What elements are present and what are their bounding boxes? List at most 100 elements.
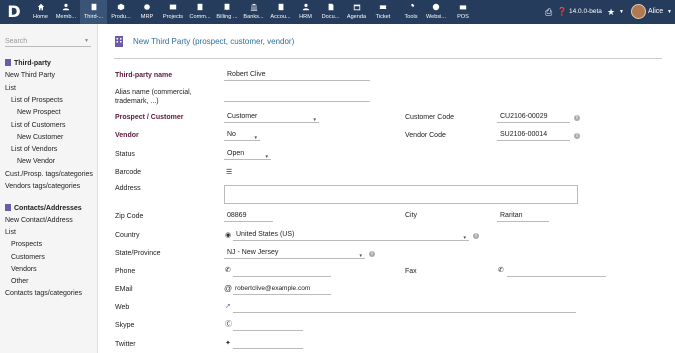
fax-field[interactable] <box>507 266 606 277</box>
website-icon <box>424 0 448 13</box>
dolibarr-logo[interactable]: D <box>4 2 24 22</box>
status-select[interactable]: Open ▼ <box>224 149 271 160</box>
sidebar-item-contacts-list[interactable]: List <box>5 229 16 236</box>
sidebar-item-vendors-tags[interactable]: Vendors tags/categories <box>5 183 80 190</box>
sidebar-item-cust-prosp-tags[interactable]: Cust./Prosp. tags/categories <box>5 171 93 178</box>
third-party-icon <box>5 59 11 66</box>
menu-commercial[interactable]: Comm... <box>187 0 213 24</box>
banks-icon <box>241 0 266 13</box>
menu-ticket[interactable]: Ticket <box>371 0 395 24</box>
sidebar-item-new-customer[interactable]: New Customer <box>17 134 63 141</box>
globe-icon: ◉ <box>225 232 232 239</box>
menu-home[interactable]: Home <box>29 0 52 24</box>
sidebar-item-contacts-vendors[interactable]: Vendors <box>11 266 37 273</box>
web-field[interactable] <box>233 302 576 313</box>
alias-name-field[interactable] <box>224 91 370 102</box>
skype-field[interactable] <box>233 320 303 331</box>
menu-projects[interactable]: Projects <box>160 0 186 24</box>
info-icon[interactable]: i <box>574 133 580 139</box>
state-province-select[interactable]: NJ - New Jersey ▼ <box>224 248 365 259</box>
sidebar-item-list[interactable]: List <box>5 85 16 92</box>
customer-code-field[interactable]: CU2106-00029 <box>497 112 570 123</box>
email-field[interactable]: robertclive@example.com <box>233 284 331 295</box>
chevron-down-icon: ▼ <box>358 253 363 258</box>
ticket-icon <box>371 0 395 13</box>
left-sidebar: Search ▼ Third-party New Third Party Lis… <box>0 24 98 353</box>
info-icon[interactable]: i <box>369 251 375 257</box>
user-dropdown-icon[interactable]: ▼ <box>667 0 673 24</box>
sidebar-item-list-vendors[interactable]: List of Vendors <box>11 146 57 153</box>
sidebar-item-new-third-party[interactable]: New Third Party <box>5 72 55 79</box>
menu-hrm[interactable]: HRM <box>295 0 316 24</box>
chevron-down-icon: ▼ <box>462 235 467 240</box>
version-label: 14.0.0-beta <box>569 8 602 15</box>
vendor-select[interactable]: No ▼ <box>224 130 260 141</box>
alias-name-label: Alias name (commercial, trademark, ...) <box>115 89 192 105</box>
country-label: Country <box>115 232 140 239</box>
menu-accounting[interactable]: Accou... <box>267 0 294 24</box>
menu-mrp[interactable]: MRP <box>135 0 159 24</box>
sidebar-item-list-prospects[interactable]: List of Prospects <box>11 97 63 104</box>
bookmark-star-icon[interactable]: ★ <box>607 0 617 24</box>
menu-agenda[interactable]: Agenda <box>344 0 369 24</box>
user-name[interactable]: Alice <box>648 0 666 24</box>
divider <box>114 58 662 59</box>
third-party-name-field[interactable]: Robert Clive <box>224 70 370 81</box>
menu-products[interactable]: Produ... <box>108 0 134 24</box>
sidebar-item-contacts-tags[interactable]: Contacts tags/categories <box>5 290 82 297</box>
menu-members[interactable]: Memb... <box>53 0 79 24</box>
twitter-field[interactable] <box>233 338 303 349</box>
sidebar-section-contacts[interactable]: Contacts/Addresses <box>5 204 82 212</box>
agenda-icon <box>344 0 369 13</box>
city-field[interactable]: Raritan <box>497 211 549 222</box>
info-icon[interactable]: i <box>473 233 479 239</box>
menu-billing[interactable]: Billing ... <box>214 0 240 24</box>
sidebar-item-contacts-other[interactable]: Other <box>11 278 29 285</box>
phone-field[interactable] <box>233 266 331 277</box>
menu-third-party[interactable]: Third-... <box>80 0 107 24</box>
barcode-field[interactable] <box>235 167 305 178</box>
avatar[interactable] <box>631 4 646 19</box>
sidebar-item-new-contact[interactable]: New Contact/Address <box>5 217 73 224</box>
country-select[interactable]: United States (US) ▼ <box>233 230 469 241</box>
at-sign-icon: @ <box>224 284 233 293</box>
menu-pos[interactable]: POS <box>452 0 474 24</box>
vendor-code-field[interactable]: SU2106-00014 <box>497 130 570 141</box>
menu-banks[interactable]: Banks... <box>241 0 266 24</box>
search-input[interactable]: Search ▼ <box>5 36 91 47</box>
web-label: Web <box>115 304 130 311</box>
building-icon <box>115 36 123 47</box>
address-textarea[interactable] <box>224 185 578 204</box>
fax-icon: ✆ <box>498 267 504 274</box>
tools-icon <box>399 0 423 13</box>
home-icon <box>29 0 52 13</box>
top-menu-bar: D Home Memb... Third-... Produ... MRP Pr… <box>0 0 675 24</box>
menu-tools[interactable]: Tools <box>399 0 423 24</box>
print-icon[interactable]: ⎙ <box>545 0 555 24</box>
sidebar-section-third-party[interactable]: Third-party <box>5 59 51 67</box>
main-content: New Third Party (prospect, customer, ven… <box>98 24 675 353</box>
skype-icon: Ⓒ <box>225 321 232 328</box>
barcode-icon: ☰ <box>226 169 233 176</box>
vendor-label: Vendor <box>115 132 139 139</box>
info-icon[interactable]: i <box>574 115 580 121</box>
sidebar-item-contacts-prospects[interactable]: Prospects <box>11 241 42 248</box>
zip-code-label: Zip Code <box>115 213 144 220</box>
barcode-label: Barcode <box>115 169 142 176</box>
sidebar-item-contacts-customers[interactable]: Customers <box>11 254 45 261</box>
menu-website[interactable]: Websi... <box>424 0 448 24</box>
members-icon <box>53 0 79 13</box>
prospect-customer-select[interactable]: Customer ▼ <box>224 112 319 123</box>
bookmark-dropdown-icon[interactable]: ▼ <box>619 0 625 24</box>
prospect-customer-label: Prospect / Customer <box>115 114 184 121</box>
sidebar-item-new-vendor[interactable]: New Vendor <box>17 158 55 165</box>
sidebar-item-list-customers[interactable]: List of Customers <box>11 122 65 129</box>
search-dropdown-icon[interactable]: ▼ <box>84 36 89 47</box>
help-icon[interactable]: ❓ <box>557 0 567 24</box>
sidebar-item-new-prospect[interactable]: New Prospect <box>17 109 61 116</box>
menu-documents[interactable]: Docu... <box>318 0 343 24</box>
email-label: EMail <box>115 286 133 293</box>
zip-code-field[interactable]: 08869 <box>224 211 273 222</box>
documents-icon <box>318 0 343 13</box>
chevron-down-icon: ▼ <box>312 117 317 122</box>
